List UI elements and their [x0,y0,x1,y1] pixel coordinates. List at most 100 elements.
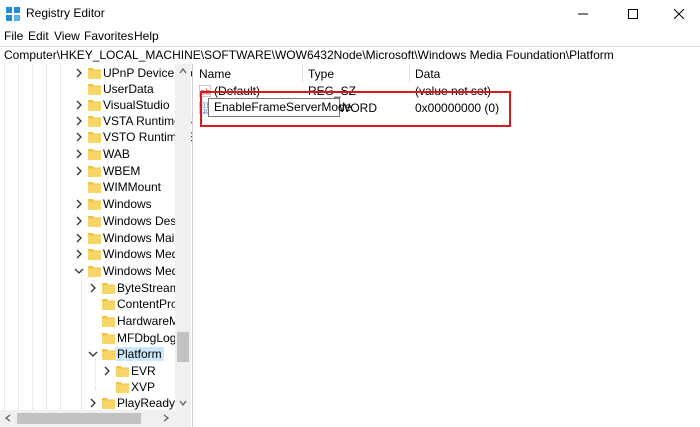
tree-item[interactable]: Windows Deskt [0,213,186,229]
tree-item-label: PlayReady [117,396,176,410]
window-title: Registry Editor [26,6,105,20]
chevron-down-icon[interactable] [74,266,84,276]
menu-edit[interactable]: Edit [28,29,49,43]
tree-item[interactable]: EVR [0,363,178,379]
scroll-up-icon[interactable] [179,68,187,74]
tree-item-label: ContentProt [117,297,182,311]
tree-item[interactable]: Windows Mail [0,230,178,246]
folder-icon [88,132,101,143]
folder-icon [88,116,101,127]
tree-item[interactable]: ContentProt [0,296,182,312]
folder-icon [102,283,115,294]
key-tree-pane[interactable]: UPnP Device Ho UserData VisualStudio VST… [0,64,193,427]
tree-item-label: WAB [103,147,130,161]
tree-horizontal-scroll-thumb[interactable] [17,413,141,424]
folder-icon [88,199,101,210]
menu-view[interactable]: View [54,29,80,43]
chevron-right-icon[interactable] [74,199,84,209]
registry-editor-icon [6,7,20,21]
chevron-down-icon[interactable] [88,349,98,359]
tree-item[interactable]: WBEM [0,163,178,179]
folder-icon [88,233,101,244]
scroll-right-icon[interactable] [163,414,169,422]
tree-vertical-scrollbar[interactable] [175,64,191,410]
chevron-right-icon[interactable] [74,149,84,159]
tree-item[interactable]: XVP [0,379,178,395]
menu-bar: File Edit View Favorites Help [0,28,700,46]
chevron-right-icon[interactable] [102,366,112,376]
folder-icon [116,366,129,377]
tree-item-label: WIMMount [103,180,162,194]
close-button[interactable] [656,0,700,28]
folder-icon [88,249,101,260]
folder-icon [88,216,101,227]
chevron-right-icon[interactable] [88,398,98,408]
close-icon [674,9,684,19]
tree-item-expanded[interactable]: Windows Media [0,263,188,279]
column-header-name[interactable]: Name [194,64,302,82]
registry-editor-window: Registry Editor File Edit View Favorites… [0,0,700,427]
tree-item[interactable]: MFDbgLog [0,330,178,346]
tree-item-selected[interactable]: Platform [0,346,178,362]
tree-item[interactable]: Windows Media [0,246,188,262]
folder-icon [102,398,115,409]
folder-icon [88,149,101,160]
folder-open-icon [88,266,101,277]
maximize-button[interactable] [610,0,656,28]
tree-item[interactable]: WAB [0,146,178,162]
address-bar[interactable]: Computer\HKEY_LOCAL_MACHINE\SOFTWARE\WOW… [0,46,700,65]
highlight-annotation-box [200,91,511,127]
scroll-left-icon[interactable] [5,414,11,422]
tree-item-label: Platform [115,347,164,361]
folder-icon [88,84,101,95]
chevron-right-icon[interactable] [88,283,98,293]
chevron-right-icon[interactable] [74,249,84,259]
scroll-down-icon[interactable] [179,400,187,406]
folder-icon [88,182,101,193]
folder-icon [102,299,115,310]
folder-icon [102,333,115,344]
title-bar[interactable]: Registry Editor [0,0,700,28]
tree-item-label: VisualStudio [103,98,170,112]
chevron-right-icon[interactable] [74,216,84,226]
tree-item[interactable]: VSTO Runtime S [0,129,192,145]
folder-open-icon [102,349,115,360]
folder-icon [102,316,115,327]
tree-vertical-scroll-thumb[interactable] [177,332,189,362]
tree-item[interactable]: VSTA Runtime S [0,113,192,129]
tree-item[interactable]: Windows [0,196,178,212]
tree-item-label: Windows [103,197,152,211]
tree-item-label: Windows Mail [103,231,178,245]
tree-item[interactable]: UPnP Device Ho [0,65,192,81]
folder-icon [88,166,101,177]
menu-help[interactable]: Help [134,29,159,43]
tree-item[interactable]: UserData [0,81,178,97]
folder-icon [88,68,101,79]
tree-item[interactable]: HardwareMF [0,313,186,329]
minimize-button[interactable] [560,0,606,28]
tree-item-label: XVP [131,380,156,394]
column-header-type[interactable]: Type [303,64,409,82]
menu-file[interactable]: File [4,29,23,43]
folder-icon [88,100,101,111]
menu-favorites[interactable]: Favorites [84,29,133,43]
maximize-icon [628,9,638,19]
chevron-right-icon[interactable] [74,132,84,142]
chevron-right-icon[interactable] [74,116,84,126]
chevron-right-icon[interactable] [74,100,84,110]
tree-item-label: UserData [103,82,154,96]
tree-item-label: EVR [131,364,156,378]
tree-item-label: WBEM [103,164,141,178]
tree-item[interactable]: WIMMount [0,179,178,195]
chevron-right-icon[interactable] [74,68,84,78]
tree-item[interactable]: ByteStreamH [0,280,188,296]
tree-item[interactable]: VisualStudio [0,97,178,113]
minimize-icon [578,13,588,15]
address-path: Computer\HKEY_LOCAL_MACHINE\SOFTWARE\WOW… [4,48,614,62]
column-header-data[interactable]: Data [410,64,700,82]
tree-item-label: Windows Deskt [103,214,186,228]
tree-item[interactable]: PlayReady [0,395,178,411]
tree-horizontal-scrollbar[interactable] [0,410,191,427]
chevron-right-icon[interactable] [74,166,84,176]
chevron-right-icon[interactable] [74,233,84,243]
